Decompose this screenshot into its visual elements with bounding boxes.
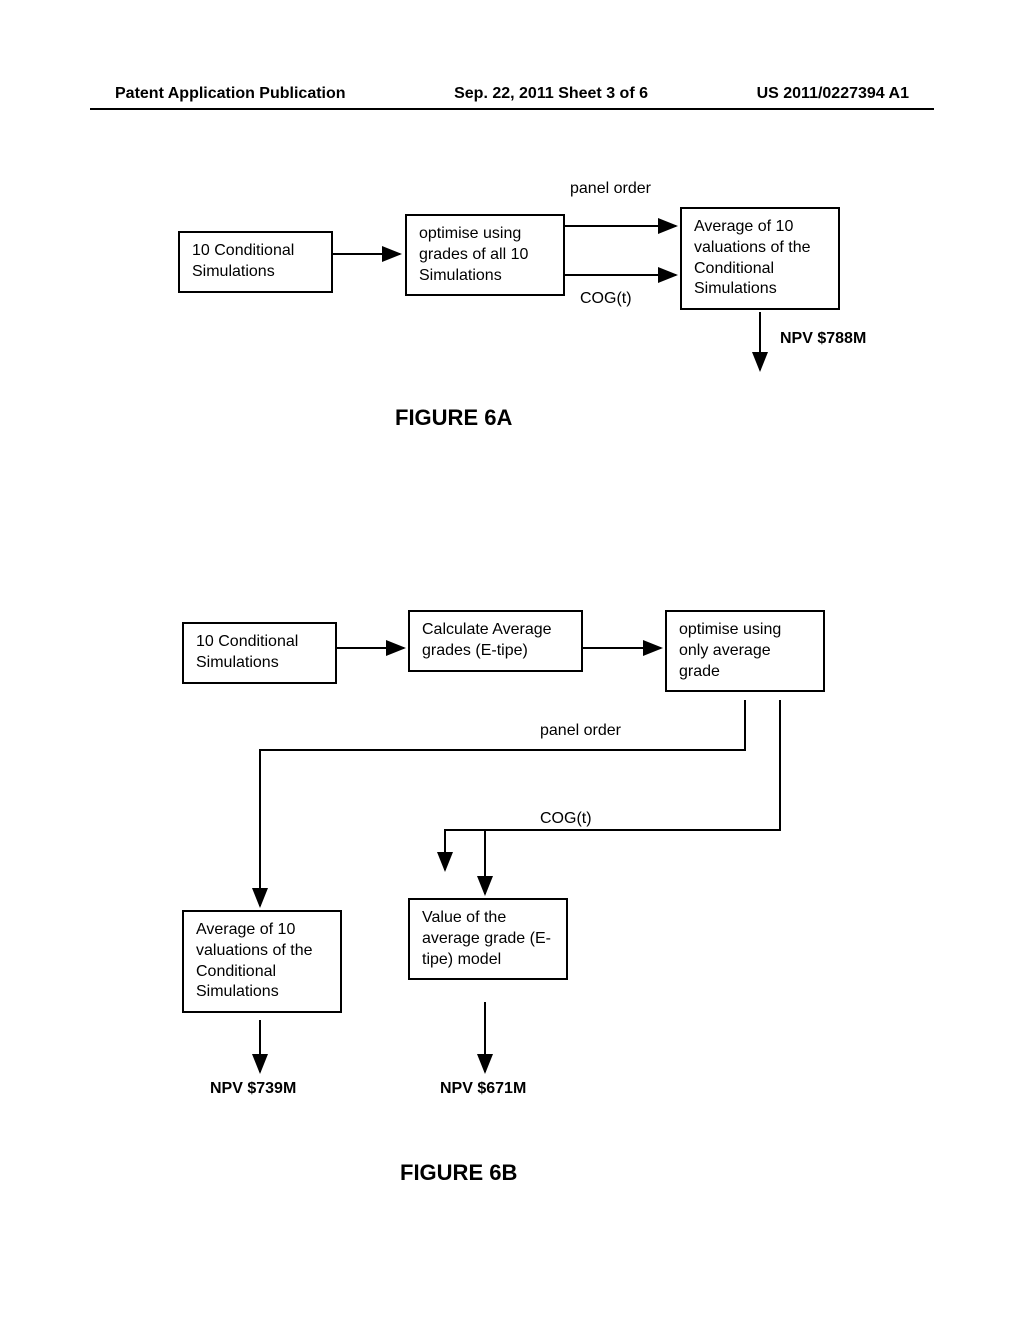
fig6b-box-avg-valuations: Average of 10 valuations of the Conditio… [182,910,342,1013]
fig6a-title: FIGURE 6A [395,405,512,431]
fig6b-box-calculate: Calculate Average grades (E-tipe) [408,610,583,672]
fig6b-title: FIGURE 6B [400,1160,517,1186]
header-center: Sep. 22, 2011 Sheet 3 of 6 [454,85,648,103]
fig6b-box-optimise-avg: optimise using only average grade [665,610,825,692]
fig6b-box-simulations: 10 Conditional Simulations [182,622,337,684]
fig6a-label-cog: COG(t) [580,290,632,308]
fig6b-label-npv2: NPV $671M [440,1080,526,1098]
fig6b-label-panel-order: panel order [540,722,621,740]
fig6b-box-value-model: Value of the average grade (E-tipe) mode… [408,898,568,980]
page-header: Patent Application Publication Sep. 22, … [0,85,1024,103]
header-divider [90,108,934,110]
fig6b-label-cog: COG(t) [540,810,592,828]
fig6a-label-panel-order: panel order [570,180,651,198]
fig6a-box-average: Average of 10 valuations of the Conditio… [680,207,840,310]
fig6a-box-optimise: optimise using grades of all 10 Simulati… [405,214,565,296]
fig6b-label-npv1: NPV $739M [210,1080,296,1098]
fig6a-box-simulations: 10 Conditional Simulations [178,231,333,293]
header-left: Patent Application Publication [115,85,346,103]
header-right: US 2011/0227394 A1 [757,85,909,103]
fig6a-label-npv: NPV $788M [780,330,866,348]
